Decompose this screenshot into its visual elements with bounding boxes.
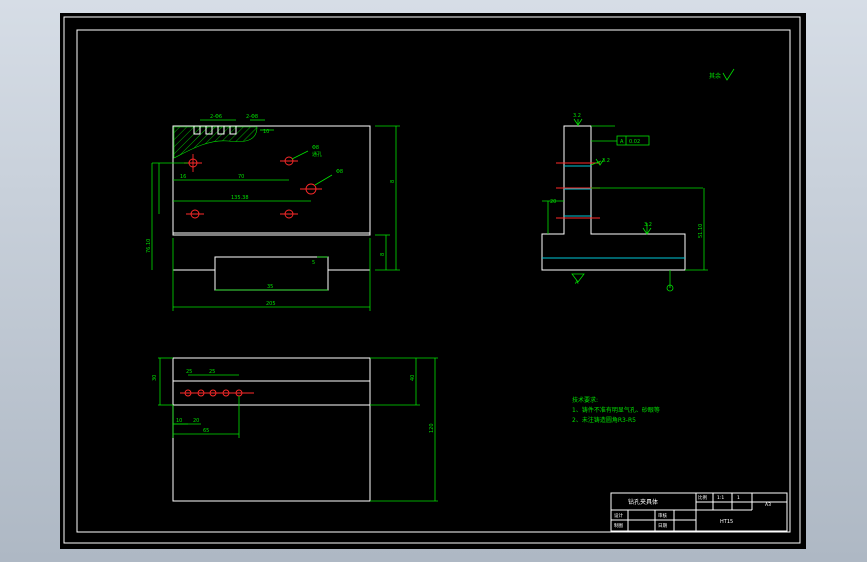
dim-pitch-a: 2-Φ6 — [210, 114, 222, 120]
dim-height-r2: 8 — [380, 253, 386, 256]
title-drafter: 制图 — [614, 522, 623, 529]
top-dim-25b: 25 — [209, 369, 215, 375]
front-hole-3 — [300, 183, 322, 195]
cad-viewport[interactable]: 其余 2-Φ6 2-Φ8 10 Φ8 通孔 Φ8 16 70 135.38 76… — [60, 13, 806, 549]
outer-frame — [63, 16, 801, 544]
top-dim-10: 10 — [176, 418, 182, 424]
side-datum: A — [620, 139, 624, 145]
dim-x-135: 135.38 — [231, 195, 249, 201]
side-dimension-lines — [542, 118, 708, 292]
side-right-height: 51.10 — [698, 224, 704, 238]
dim-height-right: 8 — [390, 180, 396, 183]
side-flatness: 0.02 — [629, 139, 640, 145]
dim-hole-upper-sub: 通孔 — [312, 151, 322, 158]
title-material: HT15 — [720, 519, 733, 525]
title-qty: 1 — [737, 495, 740, 501]
dim-overall-height: 76.10 — [146, 239, 152, 253]
notes-title: 技术要求: — [572, 396, 598, 404]
dim-hole-mid: Φ8 — [336, 169, 343, 175]
title-check: 审核 — [658, 512, 667, 519]
cad-drawing: 其余 2-Φ6 2-Φ8 10 Φ8 通孔 Φ8 16 70 135.38 76… — [63, 16, 801, 544]
top-dim-65: 65 — [203, 428, 209, 434]
title-designer: 设计 — [614, 512, 623, 519]
title-part-name: 钻孔夹具体 — [628, 498, 658, 506]
dim-slot-35: 35 — [267, 284, 273, 290]
dim-left-16: 16 — [180, 174, 186, 180]
top-dim-left-30: 30 — [152, 375, 158, 381]
title-sheet: A3 — [765, 502, 771, 508]
dim-hole-upper: Φ8 — [312, 145, 319, 151]
front-view: 2-Φ6 2-Φ8 10 Φ8 通孔 Φ8 16 70 135.38 76.10… — [146, 114, 400, 311]
side-view: 3.2 0.02 A 3.2 20 51.10 3.2 A — [541, 113, 708, 292]
technical-notes: 技术要求: 1、铸件不准有明显气孔、砂眼等 2、未注铸造圆角R3-R5 — [572, 396, 660, 424]
dim-x-70: 70 — [238, 174, 244, 180]
top-dimension-lines — [158, 357, 438, 502]
top-dim-right-120: 120 — [429, 423, 435, 433]
dim-slot-5: 5 — [312, 260, 315, 266]
front-hole-4 — [186, 209, 204, 219]
dim-tap-depth: 10 — [263, 129, 269, 135]
top-dim-20: 20 — [193, 418, 199, 424]
side-datum-bottom: A — [575, 280, 579, 286]
notes-line-1: 1、铸件不准有明显气孔、砂眼等 — [572, 406, 660, 414]
side-bottom-rough: 3.2 — [644, 222, 652, 228]
front-hole-5 — [280, 209, 298, 219]
front-view-section-hatch — [173, 126, 258, 159]
roughness-note: 其余 — [709, 72, 721, 80]
title-scale-value: 1:1 — [717, 495, 724, 501]
side-step-20: 20 — [550, 199, 556, 205]
dim-pitch-b: 2-Φ8 — [246, 114, 258, 120]
inner-frame — [76, 29, 791, 533]
notes-line-2: 2、未注铸造圆角R3-R5 — [572, 416, 636, 424]
side-angle: 3.2 — [602, 158, 610, 164]
side-view-outline — [541, 125, 686, 271]
roughness-symbol — [722, 68, 735, 81]
side-top-rough: 3.2 — [573, 113, 581, 119]
top-dim-25a: 25 — [186, 369, 192, 375]
title-date: 日期 — [658, 523, 667, 529]
top-dim-right-40: 40 — [410, 375, 416, 381]
dim-width-205: 205 — [266, 301, 276, 307]
title-scale-label: 比例 — [698, 494, 707, 501]
title-block: 钻孔夹具体 比例 1:1 1 A3 设计 制图 审核 日期 HT15 — [610, 492, 788, 532]
front-hole-2 — [280, 156, 298, 166]
top-view: 25 25 30 10 20 65 40 120 — [152, 357, 438, 502]
